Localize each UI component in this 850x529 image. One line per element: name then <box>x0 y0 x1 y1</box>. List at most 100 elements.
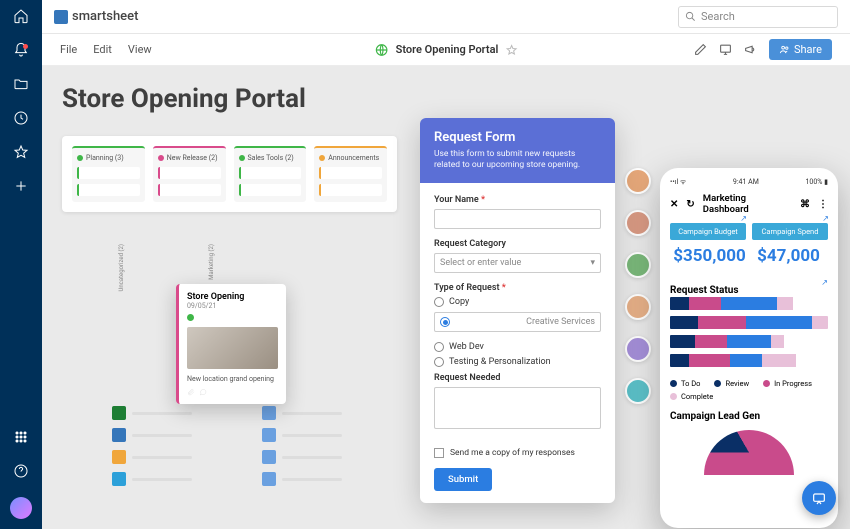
globe-icon <box>375 43 389 57</box>
metric-spend: $47,000 <box>749 246 828 266</box>
request-form: Request Form Use this form to submit new… <box>420 118 615 503</box>
attachment-icon <box>187 388 195 396</box>
card-date: 09/05/21 <box>187 302 278 310</box>
person-avatar[interactable] <box>625 210 651 236</box>
kanban-column[interactable]: New Release (2) <box>153 146 226 202</box>
file-row[interactable] <box>112 450 192 464</box>
status-chart <box>670 297 828 367</box>
user-avatar[interactable] <box>10 497 32 519</box>
legend-item: Complete <box>670 392 713 401</box>
swim-label: Uncategorized (2) <box>118 244 125 292</box>
kanban-board: Planning (3)New Release (2)Sales Tools (… <box>62 136 397 212</box>
close-icon[interactable]: ✕ <box>670 199 678 210</box>
file-grid <box>112 406 342 486</box>
star-icon[interactable] <box>13 144 29 164</box>
kanban-column[interactable]: Planning (3) <box>72 146 145 202</box>
legend-item: In Progress <box>763 379 812 388</box>
star-outline-icon[interactable] <box>505 44 517 56</box>
chip-spend[interactable]: ↗Campaign Spend <box>752 223 828 240</box>
person-avatar[interactable] <box>625 168 651 194</box>
refresh-icon[interactable]: ↻ <box>686 199 694 210</box>
kanban-column[interactable]: Announcements <box>314 146 387 202</box>
folder-icon[interactable] <box>13 76 29 96</box>
pencil-icon[interactable] <box>694 43 707 56</box>
sub-bar: File Edit View Store Opening Portal Shar… <box>42 34 850 66</box>
megaphone-icon[interactable] <box>744 43 757 56</box>
swim-label: Marketing (2) <box>208 244 215 280</box>
phone-statusbar: ••ıl ᯤ9:41 AM100% ▮ <box>670 178 828 187</box>
left-nav-rail <box>0 0 42 529</box>
metric-budget: $350,000 <box>670 246 749 266</box>
select-category[interactable]: Select or enter value▾ <box>434 253 601 273</box>
label-category: Request Category <box>434 239 601 249</box>
page-heading: Store Opening Portal <box>62 84 830 114</box>
dash-title: Marketing Dashboard <box>703 193 792 215</box>
page-title: Store Opening Portal <box>396 43 499 56</box>
label-name: Your Name * <box>434 195 601 205</box>
bar-row <box>670 354 828 367</box>
card-image <box>187 327 278 369</box>
menu-file[interactable]: File <box>60 43 77 56</box>
search-icon <box>685 11 696 22</box>
person-avatar[interactable] <box>625 294 651 320</box>
logo[interactable]: smartsheet <box>54 9 138 24</box>
radio-option[interactable]: Testing & Personalization <box>434 357 601 367</box>
expand-icon[interactable]: ↗ <box>821 278 828 287</box>
chart-legend: To Do Review In Progress Complete <box>670 379 828 401</box>
person-avatar[interactable] <box>625 378 651 404</box>
more-icon[interactable]: ⋮ <box>818 199 828 210</box>
donut-chart <box>704 430 794 475</box>
card-title: Store Opening <box>187 292 278 302</box>
checkbox-copy[interactable]: Send me a copy of my responses <box>434 448 601 458</box>
bell-icon[interactable] <box>13 42 29 62</box>
people-column <box>625 168 651 404</box>
file-row[interactable] <box>112 406 192 420</box>
chat-fab[interactable] <box>802 481 836 515</box>
people-icon[interactable]: ⌘ <box>800 199 810 210</box>
radio-option[interactable]: Web Dev <box>434 342 601 352</box>
file-row[interactable] <box>262 428 342 442</box>
form-subtitle: Use this form to submit new requests rel… <box>434 149 601 171</box>
input-name[interactable] <box>434 209 601 229</box>
menu-edit[interactable]: Edit <box>93 43 112 56</box>
submit-button[interactable]: Submit <box>434 468 492 491</box>
file-row[interactable] <box>112 472 192 486</box>
apps-icon[interactable] <box>13 429 29 449</box>
card-desc: New location grand opening <box>187 375 278 383</box>
radio-option[interactable]: Copy <box>434 297 601 307</box>
comment-icon <box>199 388 207 396</box>
bar-row <box>670 297 828 310</box>
help-icon[interactable] <box>13 463 29 483</box>
bar-row <box>670 335 828 348</box>
chip-budget[interactable]: ↗Campaign Budget <box>670 223 746 240</box>
label-type: Type of Request * <box>434 283 601 293</box>
radio-option[interactable]: Creative Services <box>434 312 601 332</box>
file-row[interactable] <box>262 472 342 486</box>
legend-item: To Do <box>670 379 700 388</box>
people-icon <box>779 44 790 55</box>
share-button[interactable]: Share <box>769 39 832 60</box>
search-input[interactable]: Search <box>678 6 838 28</box>
recents-icon[interactable] <box>13 110 29 130</box>
plus-icon[interactable] <box>13 178 29 198</box>
label-needed: Request Needed <box>434 373 601 383</box>
bar-row <box>670 316 828 329</box>
textarea-needed[interactable] <box>434 387 601 429</box>
file-row[interactable] <box>262 406 342 420</box>
section-lead-gen: Campaign Lead Gen <box>670 411 828 422</box>
file-row[interactable] <box>112 428 192 442</box>
status-dot <box>187 314 194 321</box>
file-row[interactable] <box>262 450 342 464</box>
home-icon[interactable] <box>13 8 29 28</box>
top-bar: smartsheet Search <box>42 0 850 34</box>
kanban-column[interactable]: Sales Tools (2) <box>234 146 307 202</box>
section-request-status: Request Status <box>670 285 738 296</box>
legend-item: Review <box>714 379 749 388</box>
present-icon[interactable] <box>719 43 732 56</box>
form-title: Request Form <box>434 130 601 145</box>
person-avatar[interactable] <box>625 252 651 278</box>
card-popover[interactable]: Store Opening 09/05/21 New location gran… <box>176 284 286 404</box>
mobile-dashboard: ••ıl ᯤ9:41 AM100% ▮ ✕ ↻ Marketing Dashbo… <box>660 168 838 528</box>
menu-view[interactable]: View <box>128 43 152 56</box>
person-avatar[interactable] <box>625 336 651 362</box>
